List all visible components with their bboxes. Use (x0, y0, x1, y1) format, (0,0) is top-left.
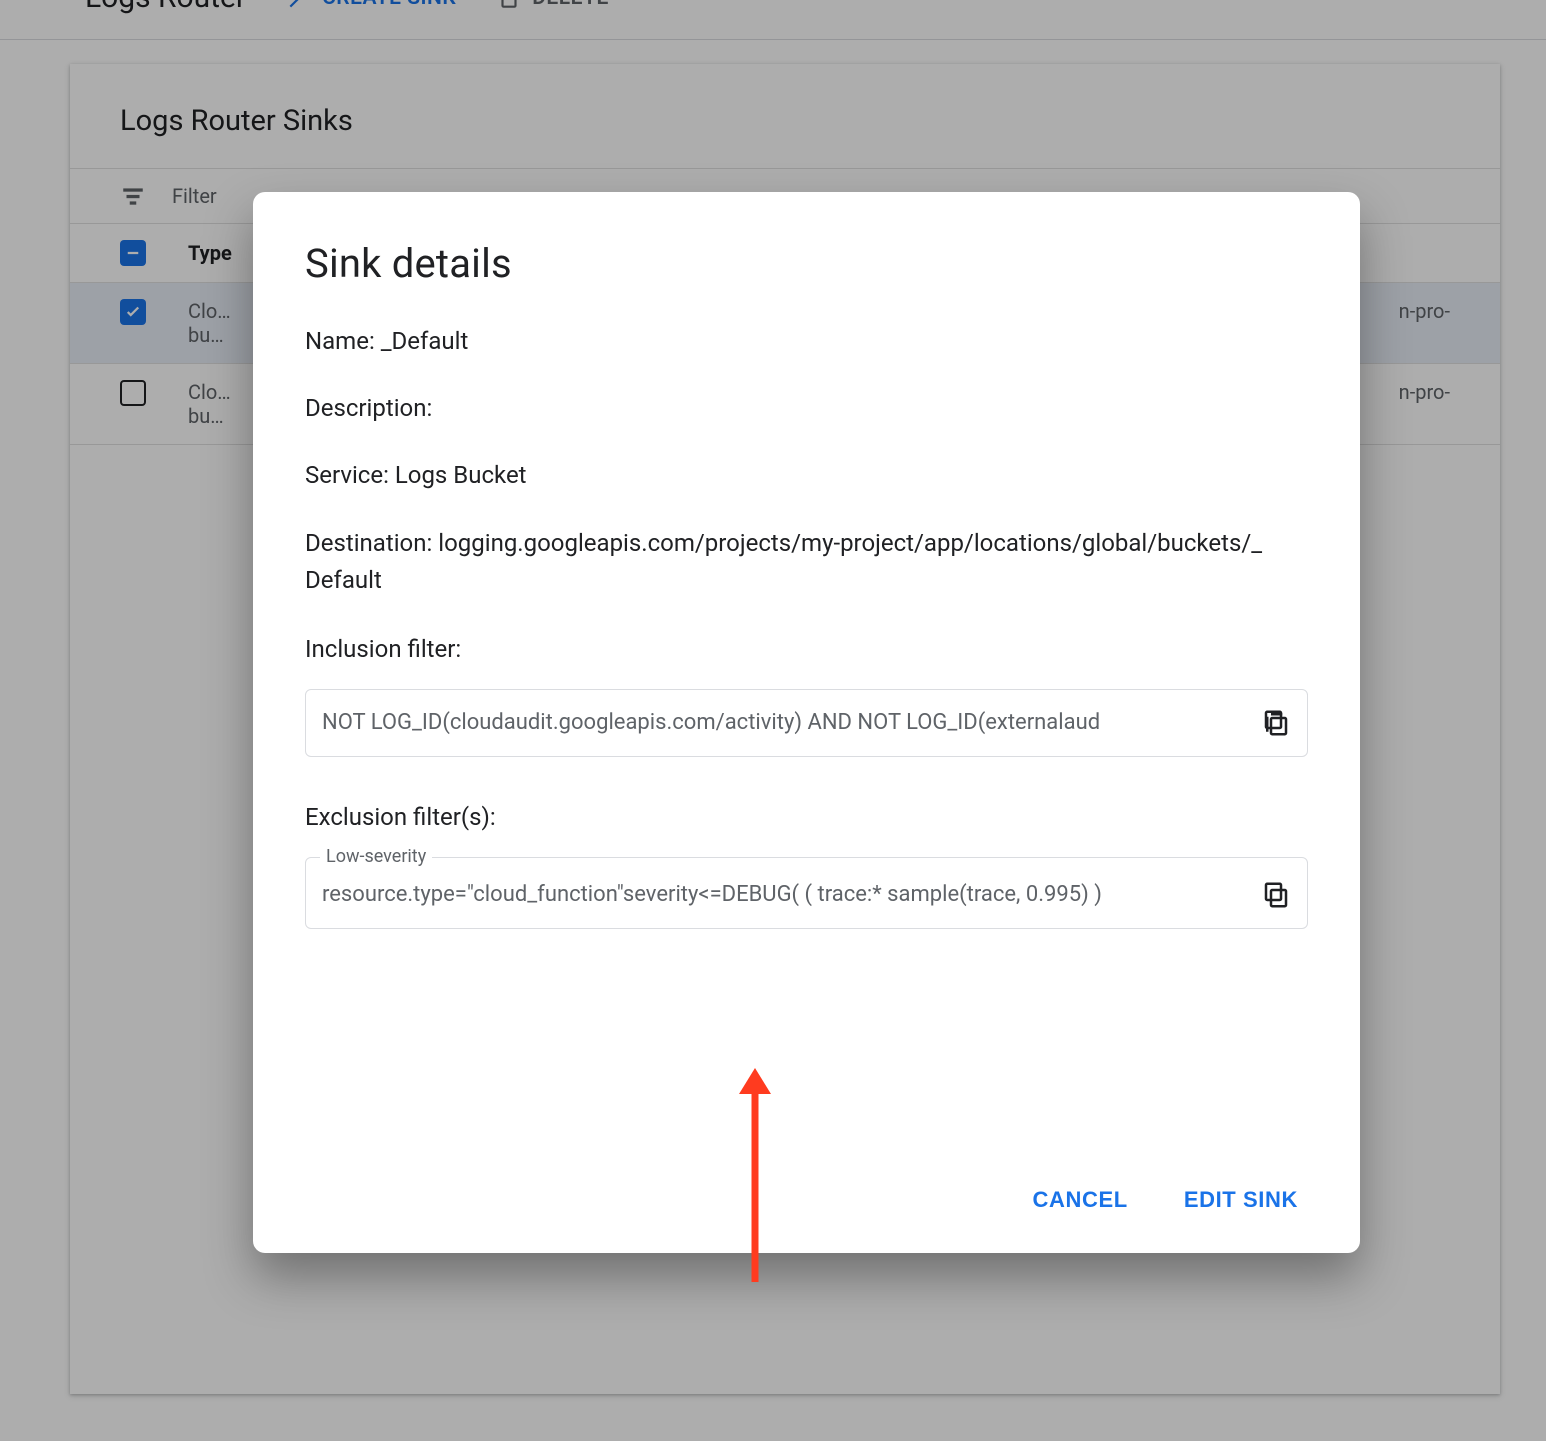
copy-inclusion-button[interactable] (1261, 708, 1291, 738)
dialog-actions: CANCEL EDIT SINK (305, 1147, 1308, 1223)
exclusion-filter-label: Exclusion filter(s): (305, 803, 1308, 831)
description-label: Description: (305, 394, 432, 422)
sink-details-dialog: Sink details Name: _Default Description:… (253, 192, 1360, 1253)
service-label: Service: (305, 461, 395, 489)
service-field: Service: Logs Bucket (305, 457, 1308, 494)
name-value: _Default (381, 327, 469, 355)
destination-label: Destination: (305, 529, 432, 557)
cancel-button[interactable]: CANCEL (1033, 1187, 1128, 1213)
description-field: Description: (305, 390, 1308, 427)
name-field: Name: _Default (305, 323, 1308, 360)
copy-exclusion-button[interactable] (1261, 880, 1291, 910)
destination-value: logging.googleapis.com/projects/my-proje… (305, 529, 1262, 594)
exclusion-filter-box: Low-severity resource.type="cloud_functi… (305, 857, 1308, 929)
exclusion-filter-value: resource.type="cloud_function"severity<=… (322, 882, 1241, 907)
inclusion-filter-label: Inclusion filter: (305, 635, 1308, 663)
inclusion-filter-value: NOT LOG_ID(cloudaudit.googleapis.com/act… (322, 710, 1241, 735)
exclusion-filter-name: Low-severity (320, 846, 432, 867)
inclusion-filter-box: NOT LOG_ID(cloudaudit.googleapis.com/act… (305, 689, 1308, 757)
name-label: Name: (305, 327, 381, 355)
dialog-title: Sink details (305, 240, 1308, 287)
edit-sink-button[interactable]: EDIT SINK (1184, 1187, 1298, 1213)
destination-field: Destination: logging.googleapis.com/proj… (305, 525, 1265, 599)
service-value: Logs Bucket (395, 461, 527, 489)
